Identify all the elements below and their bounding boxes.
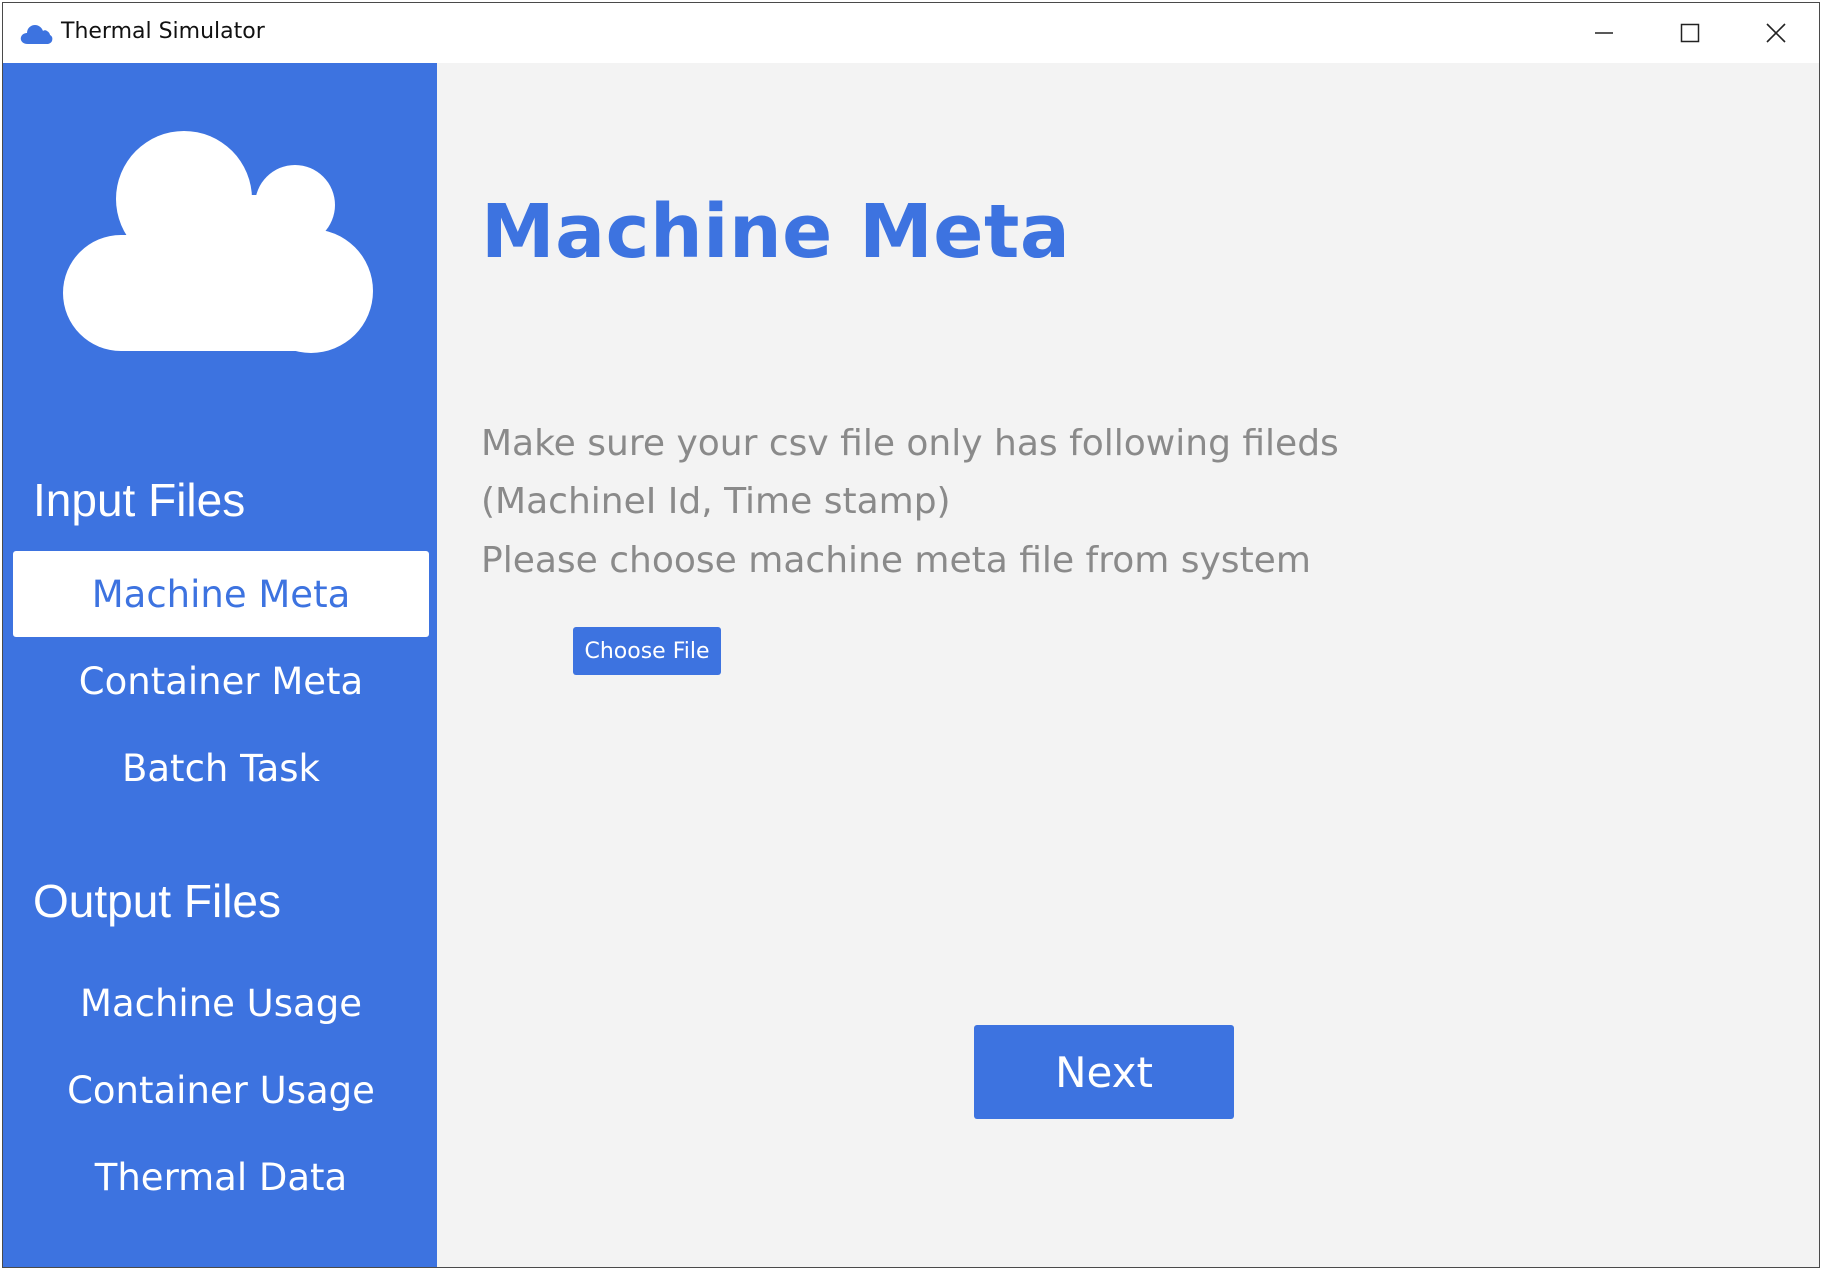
- sidebar-item-container-usage[interactable]: Container Usage: [13, 1047, 429, 1133]
- cloud-icon: [63, 131, 373, 353]
- sidebar-item-thermal-data[interactable]: Thermal Data: [13, 1134, 429, 1220]
- main-content: Machine Meta Make sure your csv file onl…: [437, 63, 1819, 1267]
- description-line: Make sure your csv file only has followi…: [481, 423, 1339, 464]
- window-title: Thermal Simulator: [61, 19, 265, 44]
- app-window: Thermal Simulator Input Files Machine Me…: [2, 2, 1820, 1268]
- minimize-icon: [1595, 32, 1613, 34]
- description-line: (MachineI Id, Time stamp): [481, 481, 951, 522]
- description-line: Please choose machine meta file from sys…: [481, 540, 1311, 581]
- sidebar-item-machine-meta[interactable]: Machine Meta: [13, 551, 429, 637]
- sidebar-item-container-meta[interactable]: Container Meta: [13, 638, 429, 724]
- minimize-button[interactable]: [1561, 3, 1647, 63]
- input-files-heading: Input Files: [33, 474, 246, 526]
- choose-file-button[interactable]: Choose File: [573, 627, 721, 675]
- close-button[interactable]: [1733, 3, 1819, 63]
- title-bar[interactable]: Thermal Simulator: [3, 3, 1819, 63]
- next-button[interactable]: Next: [974, 1025, 1234, 1119]
- cloud-icon: [20, 25, 53, 44]
- sidebar: Input Files Machine Meta Container Meta …: [3, 63, 437, 1267]
- sidebar-item-batch-task[interactable]: Batch Task: [13, 725, 429, 811]
- output-files-heading: Output Files: [33, 875, 281, 927]
- maximize-icon: [1680, 23, 1700, 43]
- sidebar-item-machine-usage[interactable]: Machine Usage: [13, 960, 429, 1046]
- close-icon: [1766, 23, 1786, 43]
- page-title: Machine Meta: [481, 189, 1071, 275]
- maximize-button[interactable]: [1647, 3, 1733, 63]
